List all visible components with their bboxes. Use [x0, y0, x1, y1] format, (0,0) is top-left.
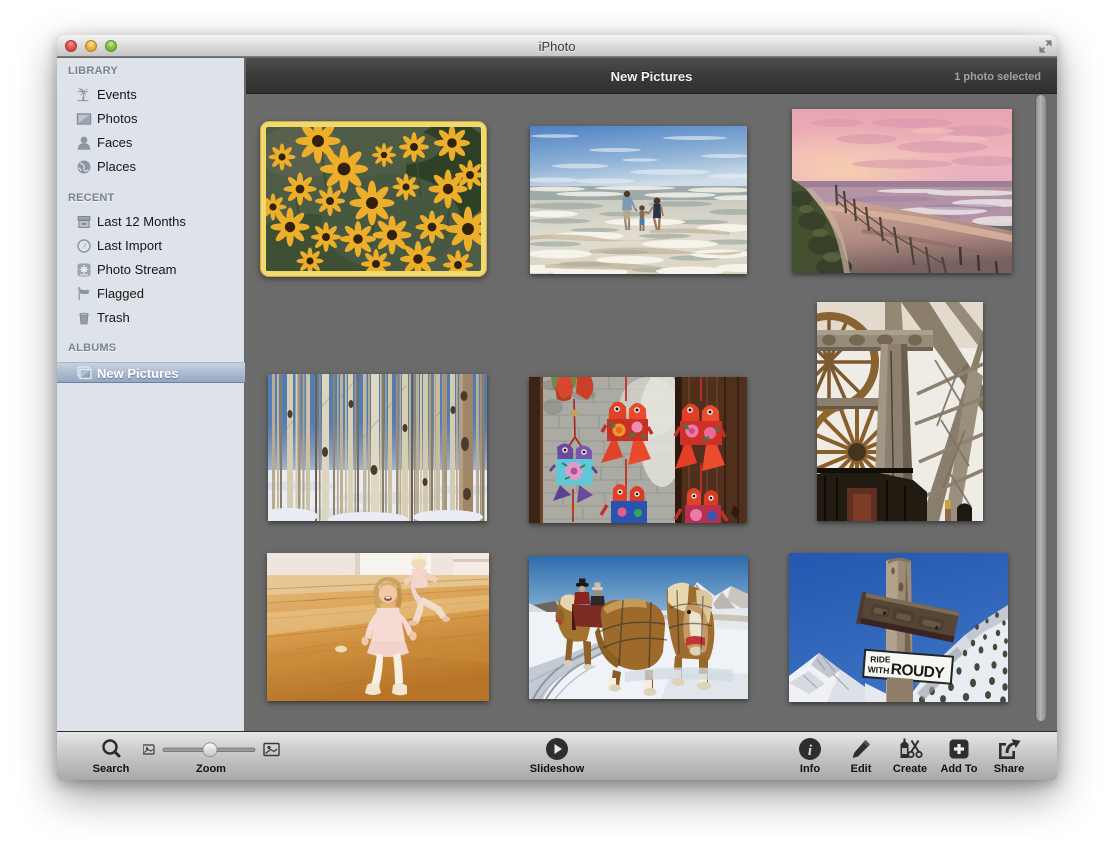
svg-text:WITH: WITH — [867, 664, 889, 676]
svg-text:RIDE: RIDE — [870, 654, 891, 664]
